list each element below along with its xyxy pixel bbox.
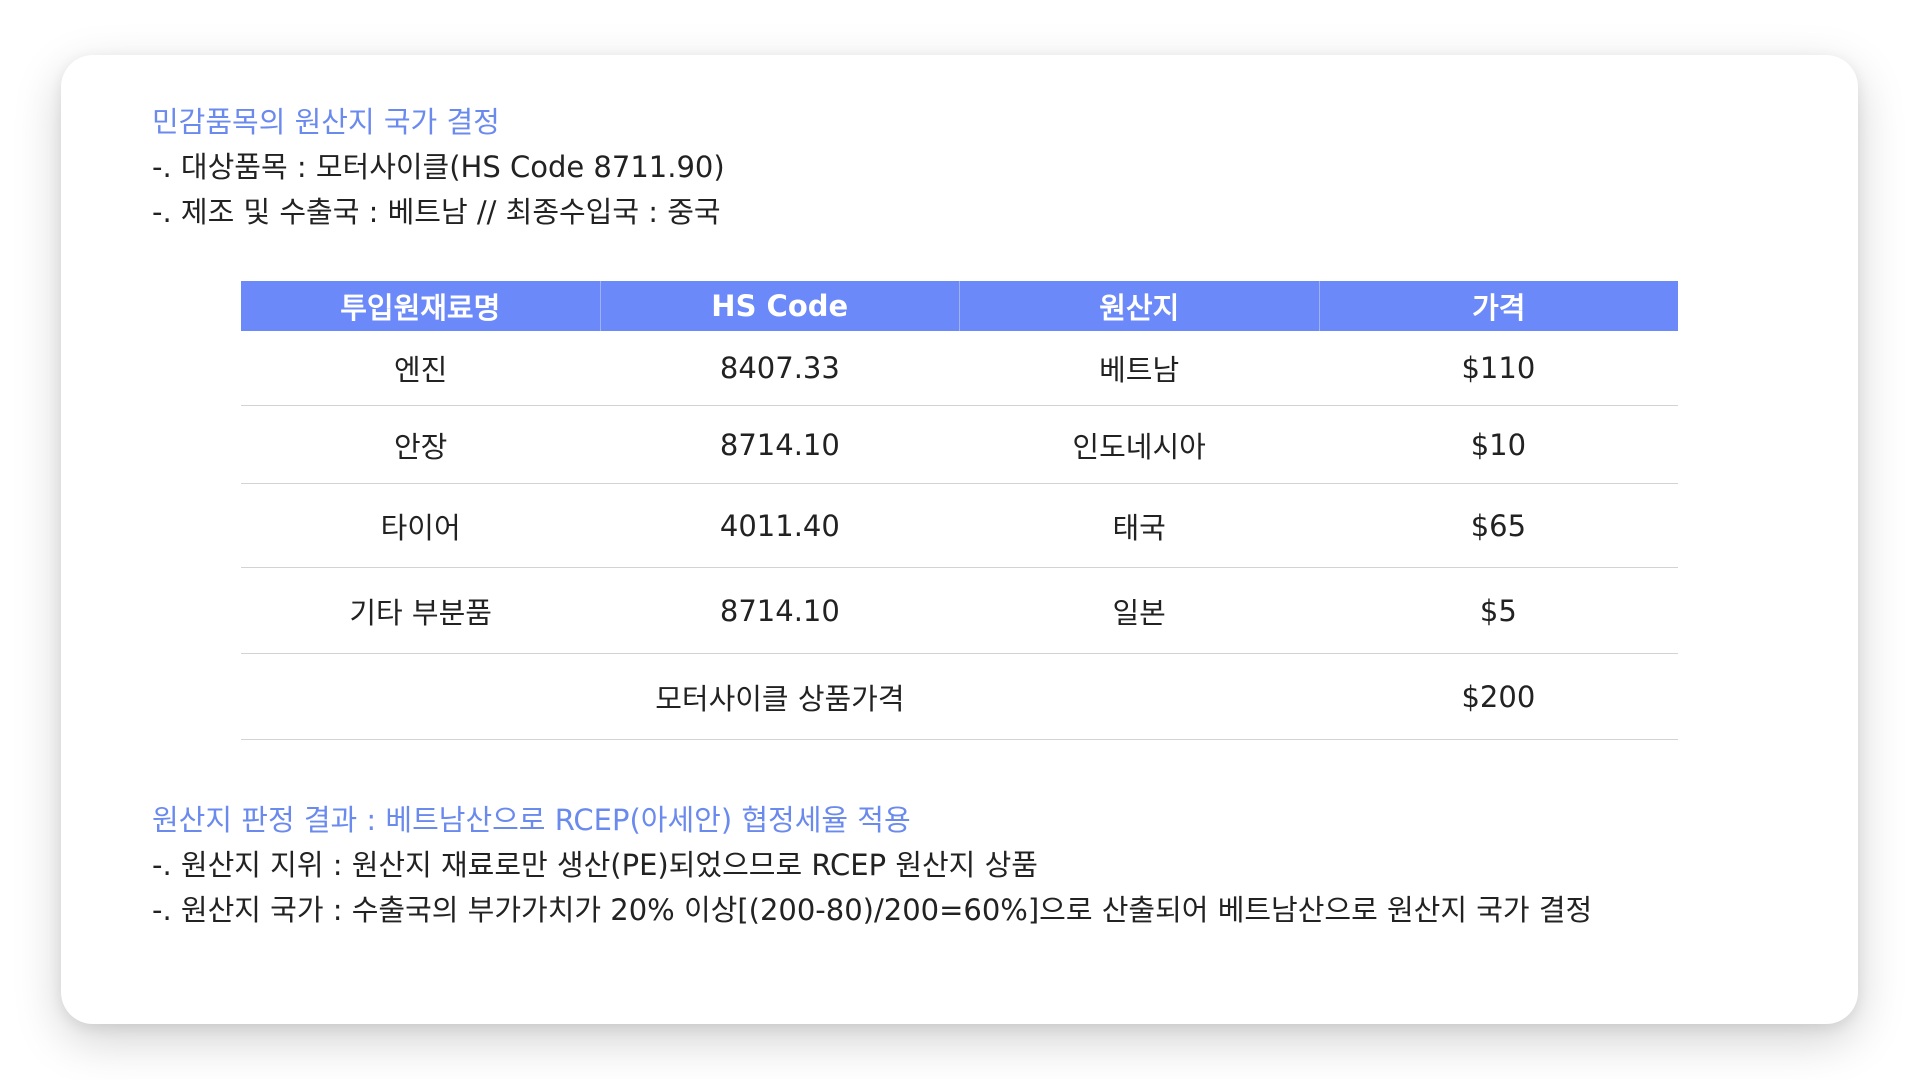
origin-status-line: -. 원산지 지위 : 원산지 재료로만 생산(PE)되었으므로 RCEP 원산… [152, 848, 1038, 882]
cell-material: 타이어 [380, 510, 461, 545]
country-line: -. 제조 및 수출국 : 베트남 // 최종수입국 : 중국 [152, 195, 721, 229]
cell-price: $5 [1479, 593, 1517, 628]
cell-material: 안장 [393, 429, 448, 464]
column-header-price: 가격 [1472, 291, 1526, 325]
column-header-hs-code: HS Code [601, 281, 960, 331]
table-row: 안장 8714.10 인도네시아 $10 [241, 406, 1678, 484]
column-header-origin: 원산지 [960, 281, 1320, 331]
result-title: 원산지 판정 결과 : 베트남산으로 RCEP(아세안) 협정세율 적용 [152, 803, 911, 837]
cell-price: $10 [1470, 427, 1527, 462]
cell-hs-code: 8407.33 [719, 351, 840, 385]
total-label: 모터사이클 상품가격 [655, 681, 905, 716]
origin-country-line: -. 원산지 국가 : 수출국의 부가가치가 20% 이상[(200-80)/2… [152, 893, 1593, 927]
cell-material: 엔진 [393, 353, 448, 387]
cell-origin: 인도네시아 [1072, 429, 1206, 464]
table-total-row: 모터사이클 상품가격 $200 [241, 654, 1678, 740]
table-row: 타이어 4011.40 태국 $65 [241, 484, 1678, 568]
table-row: 기타 부분품 8714.10 일본 $5 [241, 568, 1678, 654]
cell-hs-code: 4011.40 [719, 508, 840, 543]
cell-hs-code: 8714.10 [719, 593, 840, 628]
cell-hs-code: 8714.10 [719, 427, 840, 462]
target-item-line: -. 대상품목 : 모터사이클(HS Code 8711.90) [152, 150, 725, 184]
cell-price: $65 [1470, 508, 1527, 543]
cell-origin: 베트남 [1099, 353, 1180, 387]
table-row: 엔진 8407.33 베트남 $110 [241, 331, 1678, 406]
cell-material: 기타 부분품 [349, 595, 492, 630]
cell-price: $110 [1461, 351, 1536, 385]
total-price: $200 [1461, 679, 1536, 714]
cell-origin: 태국 [1112, 510, 1166, 545]
column-header-material: 투입원재료명 [241, 281, 601, 331]
materials-table: 투입원재료명 HS Code 원산지 가격 엔진 8407.33 베트남 $11… [241, 281, 1678, 740]
section-title: 민감품목의 원산지 국가 결정 [152, 105, 500, 139]
table-header: 투입원재료명 HS Code 원산지 가격 [241, 281, 1678, 331]
cell-origin: 일본 [1112, 595, 1166, 630]
